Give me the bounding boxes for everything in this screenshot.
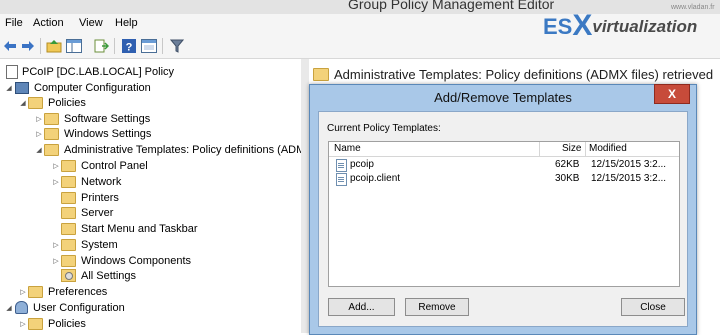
column-size[interactable]: Size — [562, 143, 581, 154]
tree-item-computer-configuration[interactable]: ◢ Computer Configuration — [4, 80, 151, 95]
computer-config-icon — [15, 81, 29, 94]
folder-icon — [61, 159, 76, 172]
expand-arrow-icon[interactable]: ▷ — [51, 162, 61, 170]
folder-icon — [61, 175, 76, 188]
add-remove-templates-dialog: Add/Remove Templates X Current Policy Te… — [309, 84, 697, 335]
svg-text:?: ? — [126, 42, 133, 54]
tree-item-preferences[interactable]: ▷ Preferences — [18, 284, 107, 299]
adm-file-icon — [336, 159, 347, 172]
forward-arrow-icon[interactable] — [19, 37, 37, 55]
dialog-body: Current Policy Templates: Name Size Modi… — [318, 111, 688, 327]
tree-item-control-panel[interactable]: ▷ Control Panel — [51, 158, 148, 173]
remove-button[interactable]: Remove — [405, 298, 469, 316]
tree-item-policies[interactable]: ◢ Policies — [18, 95, 86, 110]
folder-icon — [44, 127, 59, 140]
tree-item-all-settings[interactable]: All Settings — [51, 268, 136, 283]
close-button[interactable]: Close — [621, 298, 685, 316]
folder-icon — [61, 254, 76, 267]
show-hide-tree-icon[interactable] — [65, 37, 83, 55]
expand-arrow-icon[interactable]: ▷ — [18, 288, 28, 296]
expand-arrow-icon[interactable]: ▷ — [34, 130, 44, 138]
list-header: Name Size Modified — [329, 142, 679, 157]
column-name[interactable]: Name — [334, 143, 361, 154]
folder-icon — [28, 96, 43, 109]
folder-icon — [44, 112, 59, 125]
up-folder-icon[interactable] — [45, 37, 63, 55]
details-header: Administrative Templates: Policy definit… — [313, 67, 713, 82]
expand-arrow-icon[interactable]: ▷ — [51, 178, 61, 186]
tree-item-system[interactable]: ▷ System — [51, 237, 118, 252]
pane-splitter[interactable] — [301, 59, 309, 333]
add-button[interactable]: Add... — [328, 298, 395, 316]
list-item[interactable]: pcoip.client 30KB 12/15/2015 3:2... — [329, 172, 679, 186]
tree-item-network[interactable]: ▷ Network — [51, 174, 121, 189]
collapse-arrow-icon[interactable]: ◢ — [18, 99, 28, 107]
folder-icon — [61, 206, 76, 219]
tree-item-administrative-templates[interactable]: ◢ Administrative Templates: Policy defin… — [34, 142, 301, 157]
expand-arrow-icon[interactable]: ▷ — [34, 115, 44, 123]
adm-file-icon — [336, 173, 347, 186]
folder-icon — [61, 191, 76, 204]
folder-icon — [61, 222, 76, 235]
folder-icon — [61, 238, 76, 251]
menu-file[interactable]: File — [5, 17, 23, 29]
menu-help[interactable]: Help — [115, 17, 138, 29]
folder-icon — [28, 317, 43, 330]
list-item[interactable]: pcoip 62KB 12/15/2015 3:2... — [329, 158, 679, 172]
tree-item-windows-settings[interactable]: ▷ Windows Settings — [34, 126, 151, 141]
expand-arrow-icon[interactable]: ▷ — [51, 241, 61, 249]
export-list-icon[interactable] — [92, 37, 110, 55]
tree-item-start-menu-and-taskbar[interactable]: Start Menu and Taskbar — [51, 221, 198, 236]
collapse-arrow-icon[interactable]: ◢ — [34, 146, 44, 154]
menu-view[interactable]: View — [79, 17, 103, 29]
tree-item-user-policies[interactable]: ▷ Policies — [18, 316, 86, 331]
console-tree: PCoIP [DC.LAB.LOCAL] Policy ◢ Computer C… — [0, 59, 302, 333]
back-arrow-icon[interactable] — [1, 37, 19, 55]
window-title: Group Policy Management Editor — [348, 0, 555, 12]
esx-virtualization-watermark: ES X virtualization www.vladan.fr — [543, 4, 715, 42]
dialog-title: Add/Remove Templates — [434, 89, 572, 105]
filter-icon[interactable] — [168, 37, 186, 55]
collapse-arrow-icon[interactable]: ◢ — [4, 84, 14, 92]
tree-root[interactable]: PCoIP [DC.LAB.LOCAL] Policy — [6, 64, 174, 79]
collapse-arrow-icon[interactable]: ◢ — [4, 304, 14, 312]
tree-item-server[interactable]: Server — [51, 205, 113, 220]
tree-item-software-settings[interactable]: ▷ Software Settings — [34, 111, 150, 126]
expand-arrow-icon[interactable]: ▷ — [18, 320, 28, 328]
templates-list: Name Size Modified pcoip 62KB 12/15/2015… — [328, 141, 680, 287]
properties-icon[interactable] — [140, 37, 158, 55]
menu-action[interactable]: Action — [33, 17, 64, 29]
folder-icon — [313, 68, 329, 81]
policy-doc-icon — [6, 64, 18, 79]
user-config-icon — [15, 301, 28, 314]
help-icon[interactable]: ? — [120, 37, 138, 55]
column-modified[interactable]: Modified — [589, 143, 627, 154]
current-policy-templates-label: Current Policy Templates: — [327, 123, 441, 134]
all-settings-icon — [61, 269, 76, 282]
details-header-label: Administrative Templates: Policy definit… — [334, 67, 714, 82]
expand-arrow-icon[interactable]: ▷ — [51, 257, 61, 265]
dialog-close-button[interactable]: X — [654, 84, 690, 104]
folder-icon — [28, 285, 43, 298]
tree-root-label: PCoIP [DC.LAB.LOCAL] Policy — [22, 65, 175, 78]
folder-icon — [44, 143, 59, 156]
tree-item-user-configuration[interactable]: ◢ User Configuration — [4, 300, 125, 315]
tree-item-windows-components[interactable]: ▷ Windows Components — [51, 253, 191, 268]
tree-item-printers[interactable]: Printers — [51, 190, 119, 205]
